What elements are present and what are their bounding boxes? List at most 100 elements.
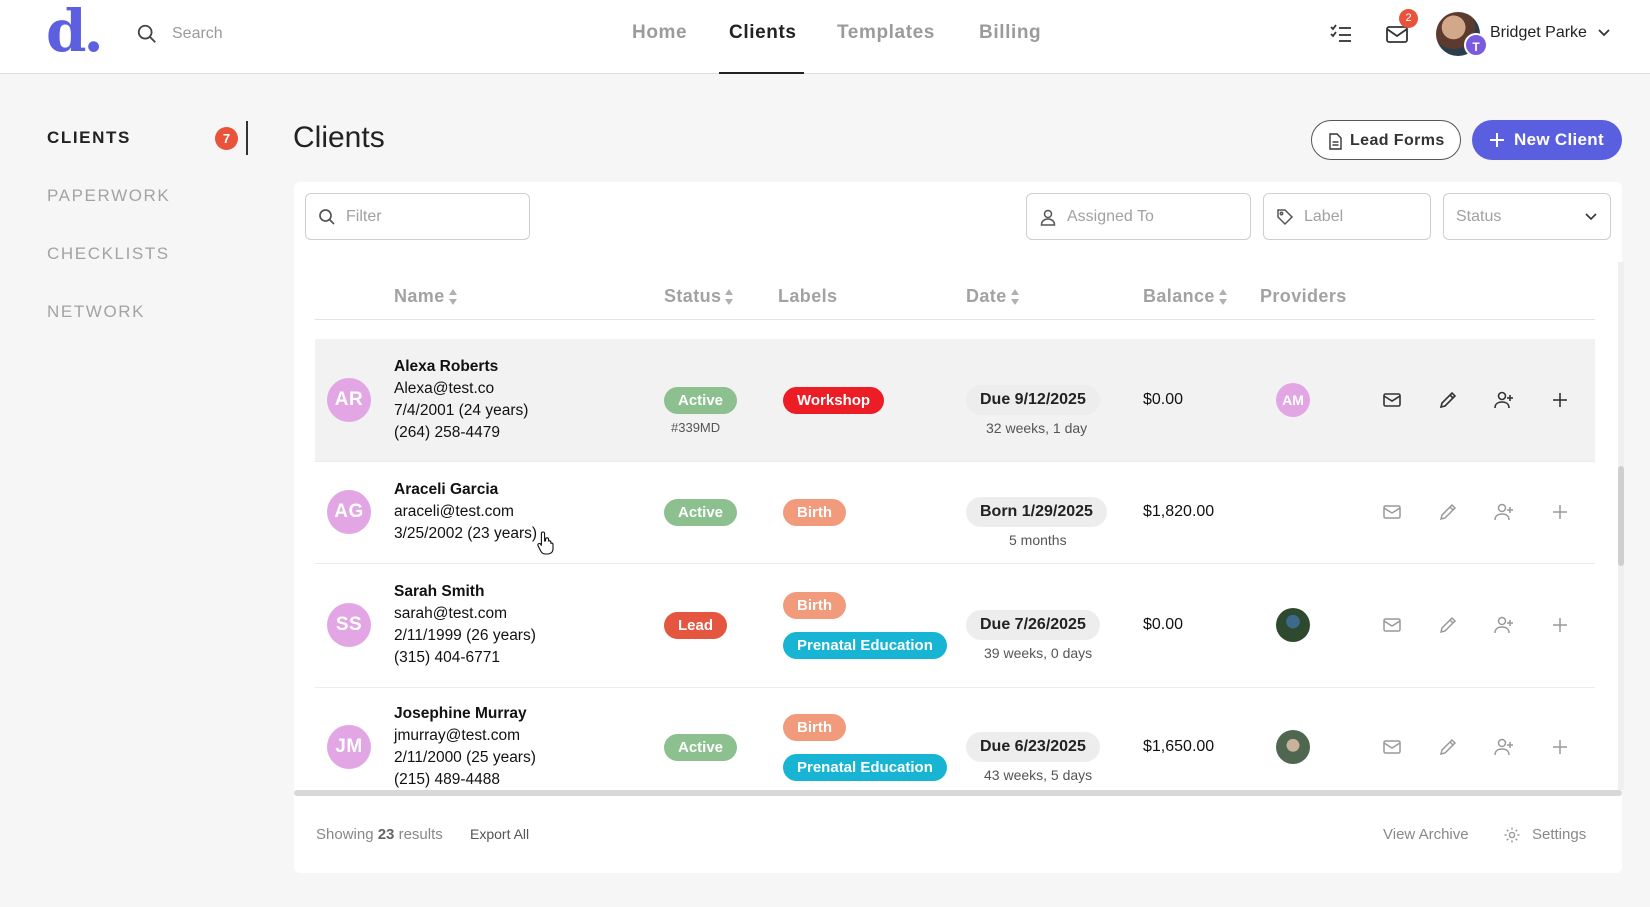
client-email: jmurray@test.com [394,727,520,744]
lead-forms-button[interactable]: Lead Forms [1311,120,1461,160]
balance-value: $0.00 [1143,391,1184,408]
add-user-icon[interactable] [1493,389,1515,411]
status-badge: Active [664,387,738,414]
nav-active-indicator [719,72,804,74]
date-detail: 5 months [1009,532,1067,548]
status-badge: Lead [664,612,728,639]
plus-icon [1490,133,1504,147]
email-icon[interactable] [1381,736,1403,758]
client-info: Alexa Roberts Alexa@test.co 7/4/2001 (24… [394,356,528,444]
chevron-down-icon[interactable] [1597,26,1611,40]
nav-home[interactable]: Home [632,22,687,44]
client-dob: 2/11/2000 (25 years) [394,749,536,766]
table-row[interactable]: SS Sarah Smith sarah@test.com 2/11/1999 … [315,564,1595,688]
status-placeholder: Status [1456,208,1502,225]
sort-icon [725,289,734,306]
view-archive-link[interactable]: View Archive [1383,826,1469,843]
col-balance-header[interactable]: Balance [1143,286,1228,307]
mail-badge: 2 [1399,9,1418,28]
table-row[interactable]: AG Araceli Garcia araceli@test.com 3/25/… [315,462,1595,564]
sidebar-item-checklists[interactable]: CHECKLISTS [47,244,170,264]
email-icon[interactable] [1381,614,1403,636]
edit-icon[interactable] [1437,614,1459,636]
sidebar-item-network[interactable]: NETWORK [47,302,145,322]
user-name[interactable]: Bridget Parke [1490,24,1587,42]
col-status-header[interactable]: Status [664,286,734,307]
client-name[interactable]: Araceli Garcia [394,479,537,501]
gear-icon[interactable] [1503,826,1521,844]
client-info: Sarah Smith sarah@test.com 2/11/1999 (26… [394,581,536,669]
nav-templates[interactable]: Templates [837,22,935,44]
col-name-header[interactable]: Name [394,286,458,307]
client-name[interactable]: Josephine Murray [394,703,536,725]
global-search-input[interactable] [172,22,372,46]
app-logo[interactable]: d. [46,2,104,60]
sort-icon [1218,289,1227,306]
add-user-icon[interactable] [1493,736,1515,758]
client-phone: (215) 489-4488 [394,771,500,788]
vertical-scrollbar-thumb[interactable] [1618,466,1624,566]
top-bar: d. Home Clients Templates Billing 2 T Br… [0,0,1650,74]
client-info: Araceli Garcia araceli@test.com 3/25/200… [394,479,537,545]
col-date-header[interactable]: Date [966,286,1020,307]
filter-placeholder: Filter [346,208,382,225]
sort-icon [1010,289,1019,306]
sort-icon [448,289,457,306]
status-badge: Active [664,734,738,761]
sidebar-item-paperwork[interactable]: PAPERWORK [47,186,170,206]
edit-icon[interactable] [1437,389,1459,411]
client-name[interactable]: Sarah Smith [394,581,536,603]
date-detail: 32 weeks, 1 day [986,420,1088,436]
tag-icon [1277,209,1294,226]
balance-value: $0.00 [1143,616,1184,633]
client-phone: (264) 258-4479 [394,424,500,441]
status-select[interactable]: Status [1443,193,1611,240]
label-badge: Prenatal Education [783,632,947,659]
plus-icon[interactable] [1549,736,1571,758]
label-filter[interactable]: Label [1263,193,1431,240]
team-badge: T [1464,33,1488,57]
filter-input[interactable]: Filter [305,193,530,240]
client-info: Josephine Murray jmurray@test.com 2/11/2… [394,703,536,790]
assigned-to-filter[interactable]: Assigned To [1026,193,1251,240]
client-email: Alexa@test.co [394,380,495,397]
edit-icon[interactable] [1437,501,1459,523]
add-user-icon[interactable] [1493,501,1515,523]
provider-avatar[interactable] [1276,730,1310,764]
add-user-icon[interactable] [1493,614,1515,636]
plus-icon[interactable] [1549,389,1571,411]
new-client-label: New Client [1514,130,1604,149]
client-email: sarah@test.com [394,605,508,622]
sidebar-item-clients[interactable]: CLIENTS [47,128,131,148]
hand-cursor-icon [537,531,554,555]
date-badge: Due 9/12/2025 [966,385,1100,415]
table-row[interactable]: AR Alexa Roberts Alexa@test.co 7/4/2001 … [315,339,1595,462]
email-icon[interactable] [1381,501,1403,523]
sidebar-active-indicator [246,121,248,155]
search-icon[interactable] [136,23,158,45]
settings-link[interactable]: Settings [1532,826,1586,843]
provider-avatar[interactable]: AM [1276,383,1310,417]
status-badge: Active [664,499,738,526]
email-icon[interactable] [1381,389,1403,411]
label-placeholder: Label [1304,208,1344,225]
nav-clients[interactable]: Clients [729,22,797,44]
chevron-down-icon [1585,213,1597,221]
label-badge: Birth [783,592,846,619]
new-client-button[interactable]: New Client [1472,120,1622,160]
date-badge: Due 6/23/2025 [966,732,1100,762]
label-badge: Prenatal Education [783,754,947,781]
table-row[interactable]: JM Josephine Murray jmurray@test.com 2/1… [315,688,1595,790]
plus-icon[interactable] [1549,614,1571,636]
balance-value: $1,650.00 [1143,738,1215,755]
client-name[interactable]: Alexa Roberts [394,356,528,378]
provider-avatar[interactable] [1276,608,1310,642]
checklist-icon[interactable] [1328,21,1354,47]
edit-icon[interactable] [1437,736,1459,758]
plus-icon[interactable] [1549,501,1571,523]
export-all-link[interactable]: Export All [470,826,529,842]
client-email: araceli@test.com [394,503,514,520]
nav-billing[interactable]: Billing [979,22,1041,44]
horizontal-scrollbar[interactable] [294,790,1622,796]
client-dob: 2/11/1999 (26 years) [394,627,536,644]
